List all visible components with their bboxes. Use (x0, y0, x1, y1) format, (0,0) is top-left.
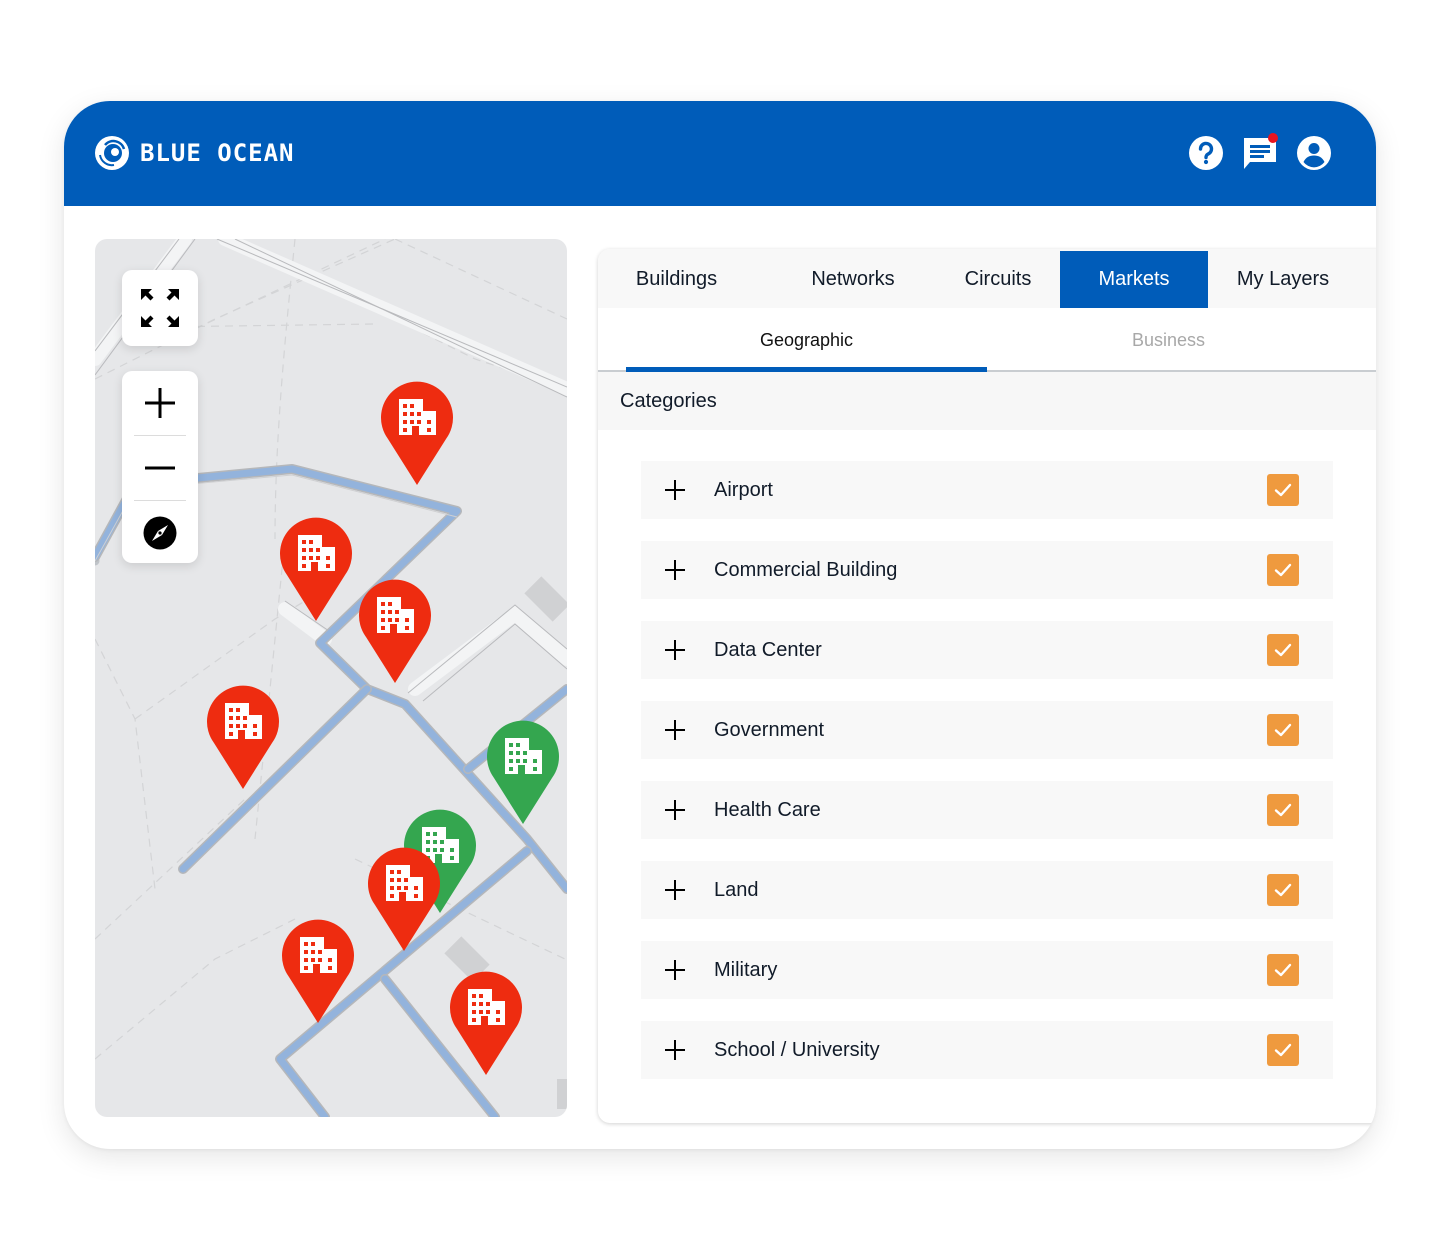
account-button[interactable] (1296, 133, 1332, 173)
map-marker-red[interactable] (358, 579, 432, 683)
category-label: Health Care (714, 798, 821, 821)
subtab-business[interactable]: Business (988, 308, 1349, 372)
top-bar: BLUE OCEAN (64, 101, 1376, 206)
category-label: Land (714, 878, 759, 901)
tab-label: Markets (1098, 268, 1170, 290)
zoom-controls (122, 371, 198, 563)
building-icon (359, 579, 431, 683)
category-label: Airport (714, 478, 773, 501)
fullscreen-button[interactable] (122, 270, 198, 346)
tab-label: Networks (811, 268, 895, 290)
tab-markets[interactable]: Markets (1060, 251, 1208, 308)
expand-plus-icon[interactable] (665, 560, 685, 580)
category-checkbox[interactable] (1267, 1034, 1299, 1066)
category-label: Government (714, 718, 825, 741)
messages-button[interactable] (1242, 133, 1278, 173)
map-marker-red[interactable] (281, 919, 355, 1023)
zoom-out-button[interactable] (122, 436, 198, 500)
map-marker-green[interactable] (486, 720, 560, 824)
tab-circuits[interactable]: Circuits (938, 251, 1058, 308)
zoom-in-button[interactable] (122, 371, 198, 435)
main-tabs: Buildings Networks Circuits Markets My L… (598, 249, 1376, 308)
expand-plus-icon[interactable] (665, 1040, 685, 1060)
tab-label: My Layers (1236, 268, 1330, 290)
building-icon (280, 517, 352, 621)
category-row[interactable]: Government (641, 701, 1333, 759)
category-row[interactable]: School / University (641, 1021, 1333, 1079)
map-marker-red[interactable] (279, 517, 353, 621)
expand-plus-icon[interactable] (665, 720, 685, 740)
layers-panel: Buildings Networks Circuits Markets My L… (598, 249, 1376, 1123)
checkmark-icon (1274, 723, 1292, 737)
category-label: School / University (714, 1038, 880, 1061)
category-row[interactable]: Land (641, 861, 1333, 919)
subtab-geographic[interactable]: Geographic (626, 308, 987, 372)
category-row[interactable]: Commercial Building (641, 541, 1333, 599)
checkmark-icon (1274, 883, 1292, 897)
map-marker-red[interactable] (449, 971, 523, 1075)
brand-name: BLUE OCEAN (140, 139, 295, 167)
checkmark-icon (1274, 963, 1292, 977)
minus-icon (145, 466, 175, 470)
category-checkbox[interactable] (1267, 714, 1299, 746)
category-list: Airport Commercial Building Data Center (641, 461, 1333, 1101)
checkmark-icon (1274, 803, 1292, 817)
map-marker-red[interactable] (380, 381, 454, 485)
category-row[interactable]: Airport (641, 461, 1333, 519)
tab-label: Buildings (635, 268, 718, 290)
checkmark-icon (1274, 563, 1292, 577)
compass-icon (143, 516, 177, 550)
building-icon (282, 919, 354, 1023)
compass-button[interactable] (122, 501, 198, 565)
tab-buildings[interactable]: Buildings (598, 251, 755, 308)
building-icon (207, 685, 279, 789)
map-marker-red[interactable] (206, 685, 280, 789)
expand-plus-icon[interactable] (665, 880, 685, 900)
expand-plus-icon[interactable] (665, 480, 685, 500)
expand-plus-icon[interactable] (665, 800, 685, 820)
categories-title: Categories (620, 389, 717, 412)
user-circle-icon (1297, 136, 1331, 170)
question-circle-icon (1189, 136, 1223, 170)
brand[interactable]: BLUE OCEAN (94, 135, 295, 171)
checkmark-icon (1274, 643, 1292, 657)
category-label: Commercial Building (714, 558, 898, 581)
building-icon (368, 847, 440, 951)
app-window: BLUE OCEAN Buildings Networks Circuits M… (64, 101, 1376, 1149)
expand-plus-icon[interactable] (665, 960, 685, 980)
category-label: Military (714, 958, 778, 981)
categories-header: Categories (598, 372, 1376, 430)
map-view[interactable] (95, 239, 567, 1117)
building-icon (450, 971, 522, 1075)
subtab-label: Business (1131, 329, 1206, 350)
category-label: Data Center (714, 638, 822, 661)
expand-arrows-icon (141, 289, 179, 327)
help-button[interactable] (1188, 133, 1224, 173)
building-icon (381, 381, 453, 485)
category-checkbox[interactable] (1267, 874, 1299, 906)
checkmark-icon (1274, 483, 1292, 497)
category-row[interactable]: Military (641, 941, 1333, 999)
category-checkbox[interactable] (1267, 954, 1299, 986)
category-checkbox[interactable] (1267, 634, 1299, 666)
expand-plus-icon[interactable] (665, 640, 685, 660)
tab-label: Circuits (964, 268, 1032, 290)
plus-icon (145, 388, 175, 418)
sub-tabs: Geographic Business (598, 308, 1376, 372)
category-row[interactable]: Health Care (641, 781, 1333, 839)
category-checkbox[interactable] (1267, 474, 1299, 506)
category-checkbox[interactable] (1267, 554, 1299, 586)
subtab-label: Geographic (759, 329, 854, 350)
notification-dot (1268, 133, 1278, 143)
map-marker-red[interactable] (367, 847, 441, 951)
category-row[interactable]: Data Center (641, 621, 1333, 679)
tab-networks[interactable]: Networks (778, 251, 928, 308)
checkmark-icon (1274, 1043, 1292, 1057)
building-icon (487, 720, 559, 824)
blue-ocean-logo-icon (95, 136, 129, 170)
tab-my-layers[interactable]: My Layers (1208, 251, 1358, 308)
category-checkbox[interactable] (1267, 794, 1299, 826)
